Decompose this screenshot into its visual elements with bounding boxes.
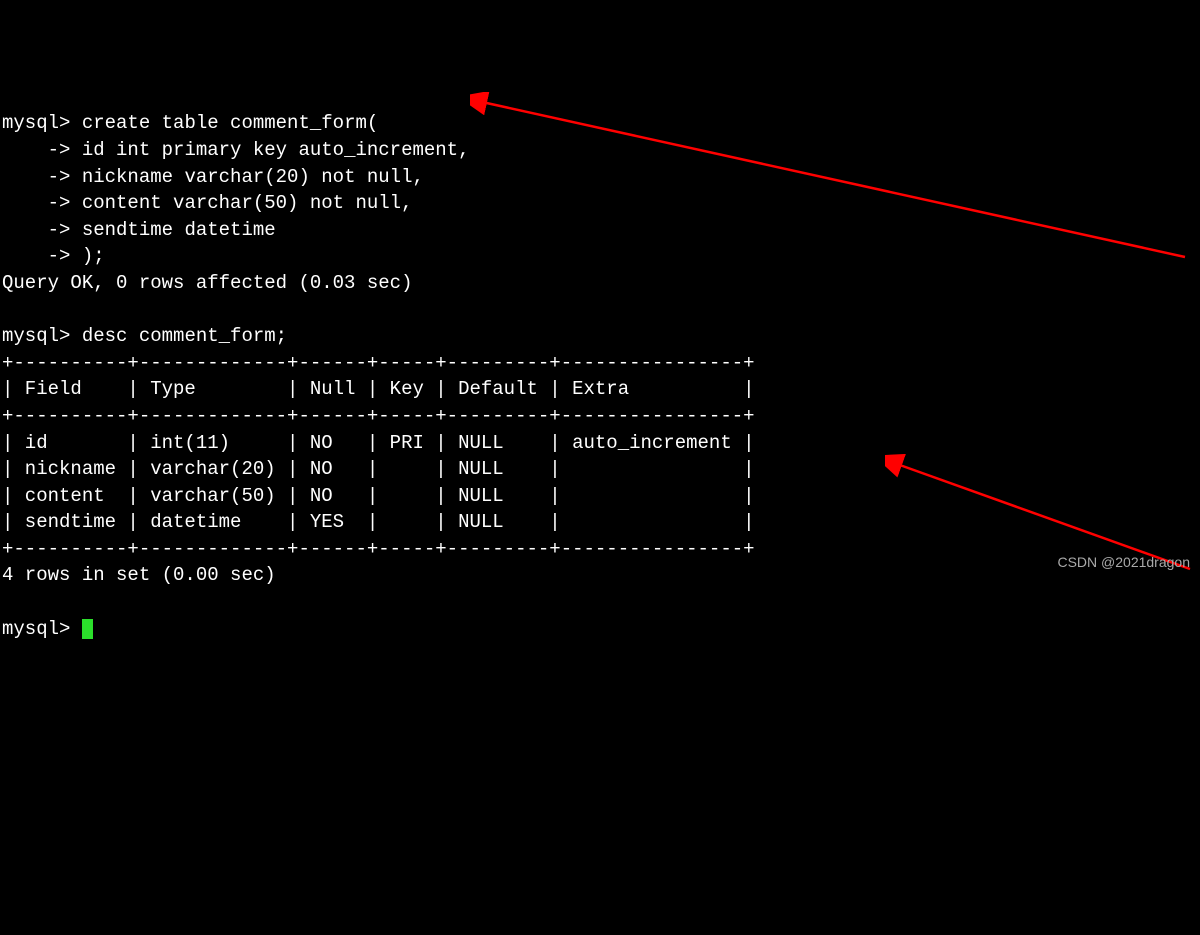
sql-create-line4: content varchar(50) not null, bbox=[70, 192, 412, 214]
sql-create-line5: sendtime datetime bbox=[70, 219, 275, 241]
table-border: +----------+-------------+------+-----+-… bbox=[2, 405, 755, 427]
continuation-prompt: -> bbox=[2, 219, 70, 241]
table-border: +----------+-------------+------+-----+-… bbox=[2, 352, 755, 374]
mysql-prompt: mysql> bbox=[2, 112, 70, 134]
table-border: +----------+-------------+------+-----+-… bbox=[2, 538, 755, 560]
table-header: | Field | Type | Null | Key | Default | … bbox=[2, 378, 755, 400]
sql-create-line3: nickname varchar(20) not null, bbox=[70, 166, 423, 188]
rows-in-set-message: 4 rows in set (0.00 sec) bbox=[2, 564, 276, 586]
continuation-prompt: -> bbox=[2, 192, 70, 214]
sql-create-line6: ); bbox=[70, 245, 104, 267]
mysql-prompt: mysql> bbox=[2, 325, 70, 347]
terminal-cursor[interactable] bbox=[82, 619, 93, 639]
table-row: | nickname | varchar(20) | NO | | NULL |… bbox=[2, 458, 755, 480]
continuation-prompt: -> bbox=[2, 166, 70, 188]
terminal-output: mysql> create table comment_form( -> id … bbox=[2, 110, 1200, 642]
watermark-text: CSDN @2021dragon bbox=[1057, 553, 1190, 573]
table-row: | sendtime | datetime | YES | | NULL | | bbox=[2, 511, 755, 533]
table-row: | id | int(11) | NO | PRI | NULL | auto_… bbox=[2, 432, 755, 454]
mysql-prompt: mysql> bbox=[2, 618, 70, 640]
query-ok-message: Query OK, 0 rows affected (0.03 sec) bbox=[2, 272, 412, 294]
table-row: | content | varchar(50) | NO | | NULL | … bbox=[2, 485, 755, 507]
sql-desc-command: desc comment_form; bbox=[70, 325, 287, 347]
continuation-prompt: -> bbox=[2, 139, 70, 161]
sql-create-line2: id int primary key auto_increment, bbox=[70, 139, 469, 161]
sql-create-line1: create table comment_form( bbox=[70, 112, 378, 134]
continuation-prompt: -> bbox=[2, 245, 70, 267]
